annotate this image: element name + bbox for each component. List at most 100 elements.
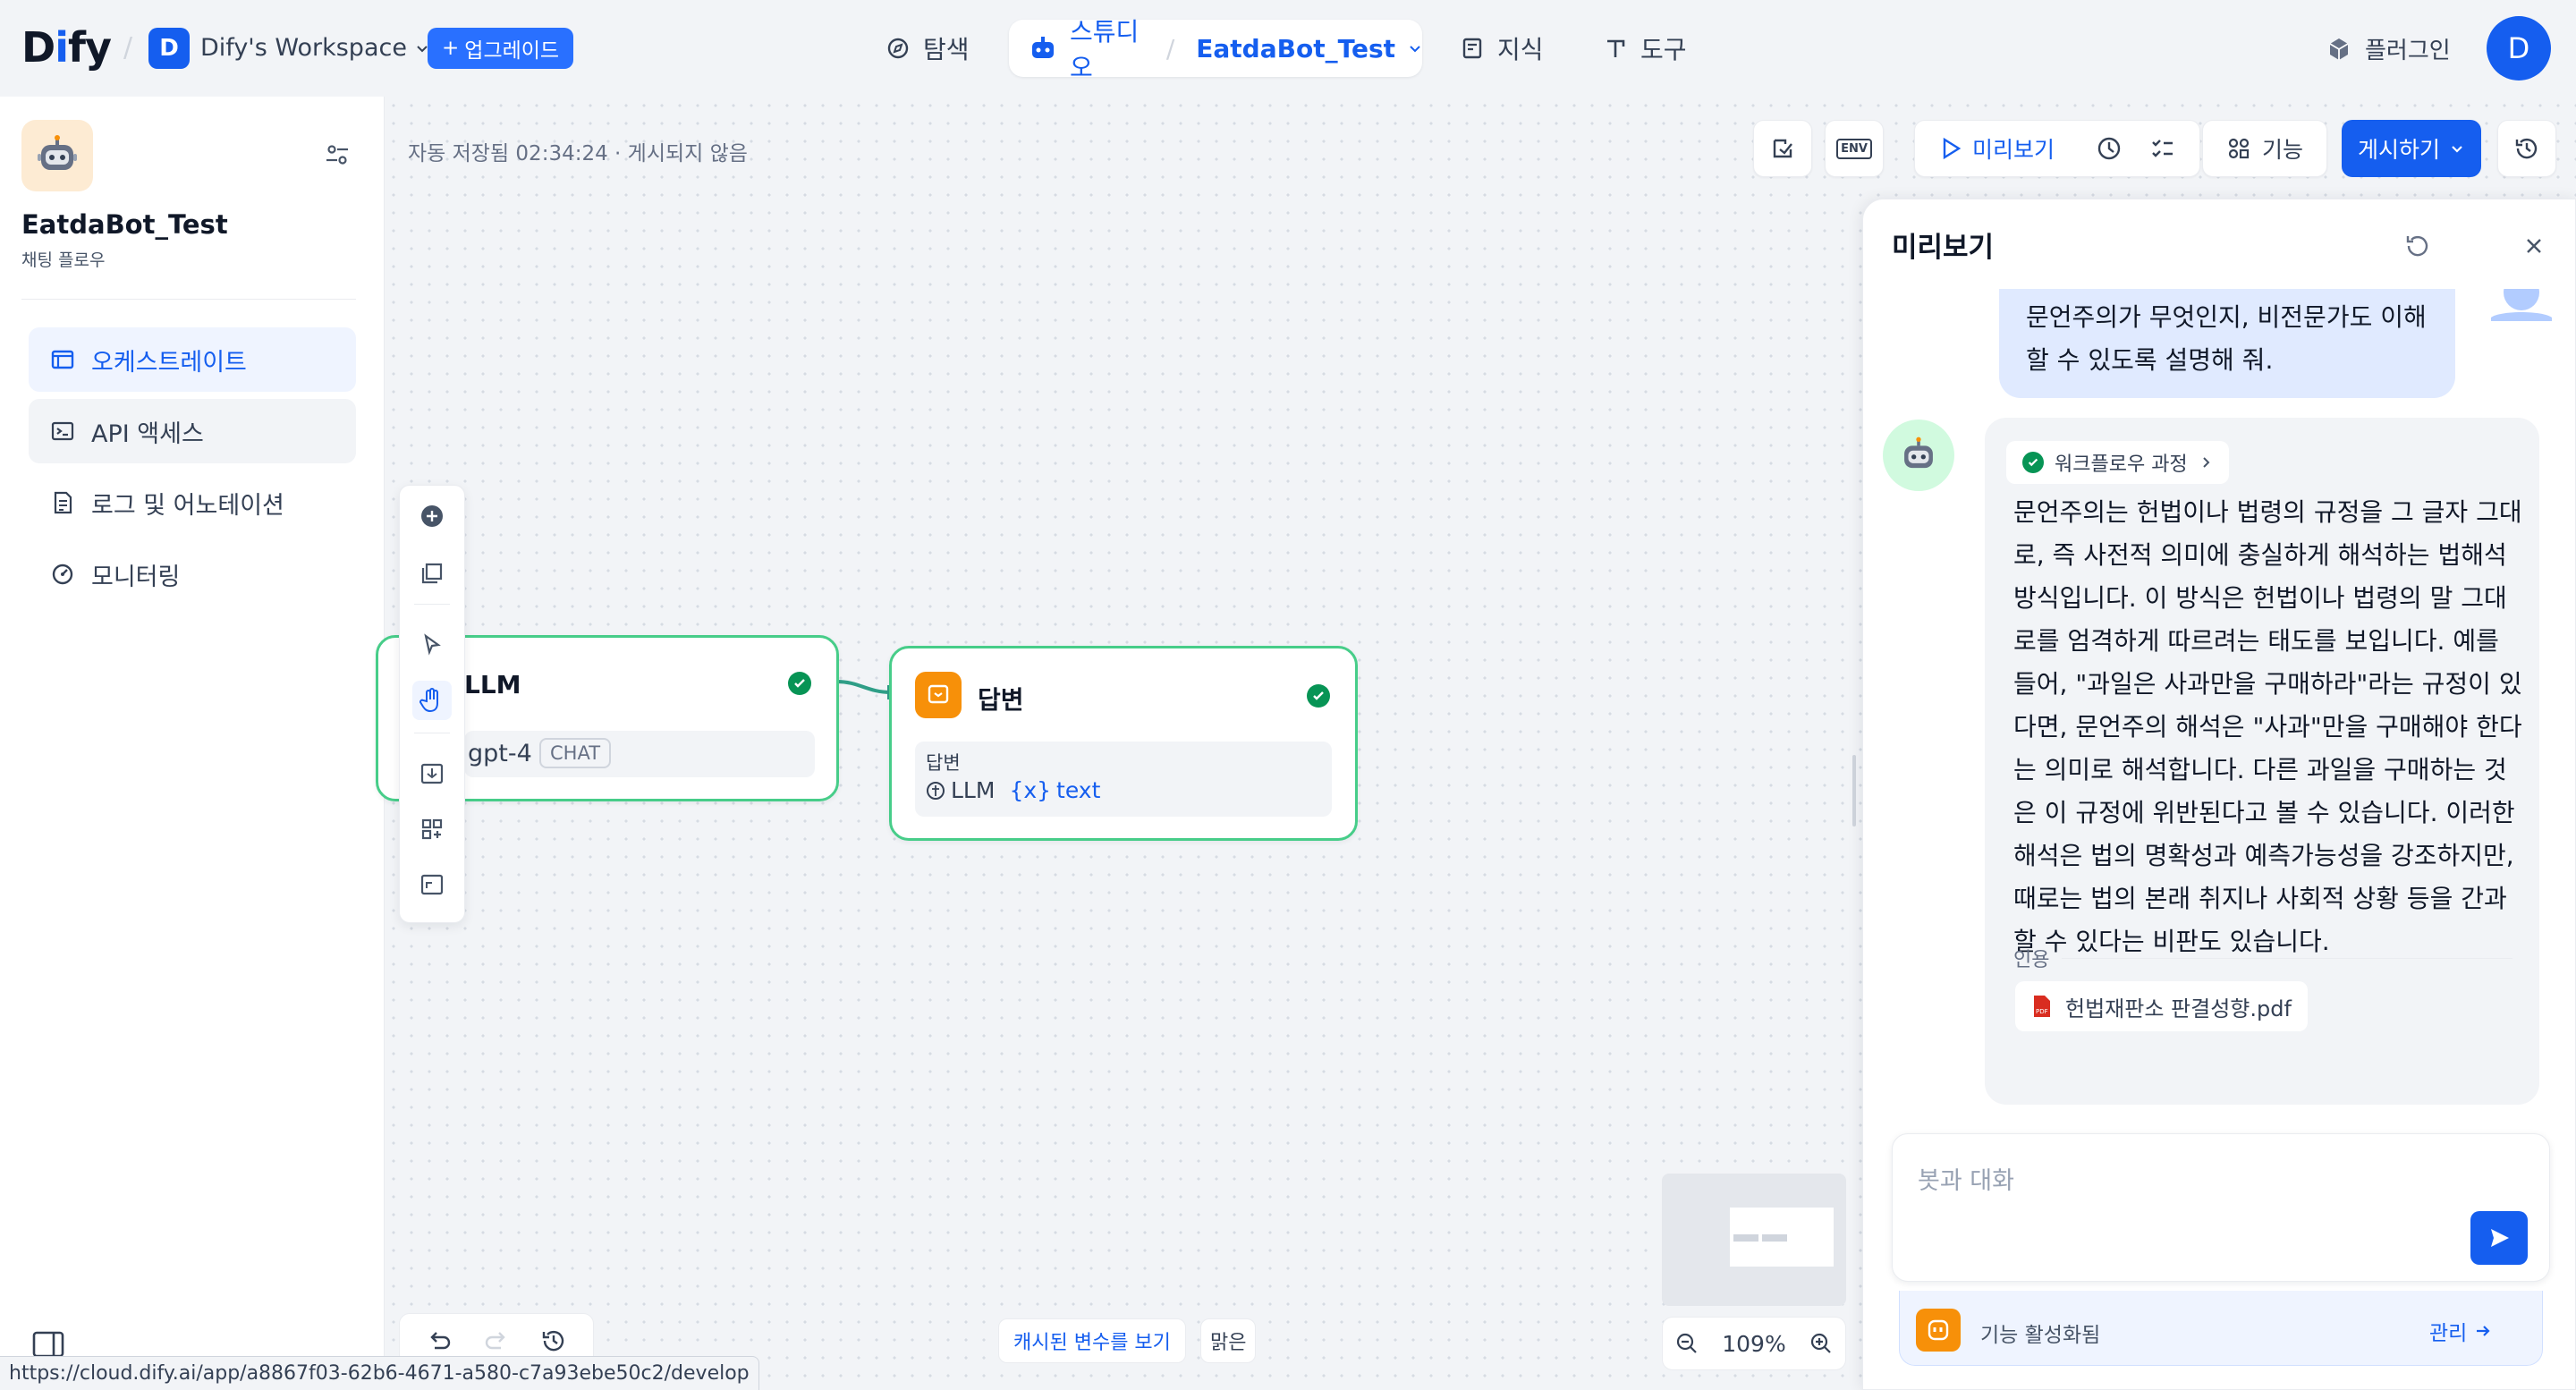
app-name: EatdaBot_Test [21, 209, 228, 240]
app-sidebar: EatdaBot_Test 채팅 플로우 오케스트레이트 API 액세스 로그 … [0, 97, 385, 1390]
play-icon[interactable] [1940, 137, 1962, 160]
citation-file-name: 헌법재판소 판결성향.pdf [2065, 996, 2292, 1021]
hand-icon[interactable] [412, 681, 452, 720]
app-settings-icon[interactable] [324, 141, 351, 168]
refresh-icon[interactable] [2403, 232, 2432, 260]
checklist-icon[interactable] [2149, 135, 2176, 162]
var-source: LLM [951, 777, 996, 803]
close-icon[interactable] [2523, 235, 2545, 257]
var-name: text [1056, 777, 1101, 803]
clear-cache-button[interactable]: 맑은 [1200, 1318, 1257, 1363]
nav-studio-label: 스튜디오 [1070, 17, 1140, 82]
layout-icon [50, 347, 75, 372]
nav-knowledge[interactable]: 지식 [1460, 20, 1544, 77]
sparkle-icon: + [442, 37, 460, 60]
export-image-icon[interactable] [412, 754, 452, 793]
edit-check-icon [1769, 135, 1796, 162]
chevron-right-icon [2199, 455, 2213, 470]
chat-input-box[interactable]: 봇과 대화 [1892, 1133, 2550, 1282]
features-button[interactable]: 기능 [2202, 120, 2327, 177]
book-icon [1460, 36, 1485, 61]
zoom-controls: 109% [1662, 1317, 1846, 1370]
chevron-down-icon [2449, 140, 2465, 157]
file-list-icon [50, 490, 75, 515]
app-type: 채팅 플로우 [21, 250, 106, 270]
workspace-switcher[interactable]: Dify's Workspace [200, 34, 430, 62]
pointer-icon[interactable] [412, 625, 452, 665]
sidebar-item-api-access[interactable]: API 액세스 [29, 399, 356, 463]
upgrade-button[interactable]: + 업그레이드 [428, 28, 574, 69]
quote-icon [1916, 1309, 1961, 1352]
add-note-icon[interactable] [412, 554, 452, 593]
manage-features-link[interactable]: 관리 [2429, 1316, 2492, 1346]
sidebar-item-monitoring[interactable]: 모니터링 [29, 542, 356, 606]
undo-icon[interactable] [426, 1328, 453, 1353]
answer-icon [915, 672, 962, 718]
chat-mode-tag: CHAT [539, 738, 612, 768]
add-node-icon[interactable] [412, 496, 452, 536]
sidebar-item-logs[interactable]: 로그 및 어노테이션 [29, 470, 356, 535]
panel-resize-handle[interactable] [1852, 755, 1856, 826]
sidebar-item-orchestrate[interactable]: 오케스트레이트 [29, 327, 356, 392]
plugins-button[interactable]: 플러그인 [2326, 32, 2451, 65]
nav-tools[interactable]: 도구 [1603, 20, 1687, 77]
zoom-in-icon[interactable] [1809, 1331, 1834, 1356]
zoom-out-icon[interactable] [1674, 1331, 1699, 1356]
minimap-viewport[interactable] [1730, 1208, 1834, 1267]
canvas-minimap[interactable] [1662, 1174, 1846, 1306]
nav-studio[interactable]: 스튜디오 / EatdaBot_Test [1009, 17, 1422, 82]
features-active-bar: 기능 활성화됨 관리 [1899, 1291, 2543, 1366]
sidebar-item-label: 모니터링 [91, 563, 181, 591]
citation-file[interactable]: PDF 헌법재판소 판결성향.pdf [2015, 981, 2308, 1031]
compass-icon [886, 36, 911, 61]
bot-message-bubble: 워크플로우 과정 문언주의는 헌법이나 법령의 규정을 그 글자 그대로, 즉 … [1985, 418, 2539, 1105]
nav-explore[interactable]: 탐색 [886, 20, 970, 77]
workflow-process-toggle[interactable]: 워크플로우 과정 [2006, 441, 2229, 484]
redo-icon[interactable] [483, 1328, 510, 1353]
bot-avatar-icon [1883, 420, 1954, 491]
workspace-avatar[interactable]: D [148, 28, 190, 69]
dify-logo[interactable]: Dify [21, 23, 112, 72]
top-navigation-bar: Dify / D Dify's Workspace + 업그레이드 탐색 스튜디… [0, 0, 2576, 97]
run-history-icon[interactable] [2096, 135, 2123, 162]
variable-chip[interactable]: LLM {x} text [926, 777, 1100, 803]
version-history-button[interactable] [2497, 120, 2556, 177]
send-button[interactable] [2470, 1211, 2528, 1265]
publish-button[interactable]: 게시하기 [2342, 120, 2481, 177]
model-selector[interactable]: gpt-4 CHAT [464, 731, 815, 777]
view-cached-variables-button[interactable]: 캐시된 변수를 보기 [998, 1318, 1186, 1363]
llm-source-icon [926, 781, 945, 801]
llm-node-title: LLM [464, 670, 521, 699]
history-icon[interactable] [540, 1327, 567, 1354]
success-check-icon [2022, 452, 2044, 473]
success-check-icon [788, 672, 811, 695]
env-icon: ENV [1836, 138, 1872, 159]
history-icon [2513, 135, 2540, 162]
workflow-chip-label: 워크플로우 과정 [2055, 453, 2188, 476]
chevron-down-icon[interactable] [1408, 41, 1422, 55]
node-connector-edge [834, 674, 892, 699]
sidebar-collapse-icon[interactable] [32, 1331, 64, 1358]
env-variables-button[interactable]: ENV [1825, 120, 1884, 177]
answer-node[interactable]: 답변 답변 LLM {x} text [889, 646, 1358, 841]
breadcrumb-separator: / [123, 32, 133, 64]
status-bar-url: https://cloud.dify.ai/app/a8867f03-62b6-… [0, 1356, 759, 1390]
publish-label: 게시하기 [2357, 137, 2440, 163]
preview-button[interactable]: 미리보기 [1972, 132, 2055, 165]
canvas-tool-palette [399, 485, 465, 923]
maximize-canvas-icon[interactable] [412, 865, 452, 904]
user-avatar[interactable]: D [2487, 16, 2551, 81]
dashboard-icon [50, 562, 75, 587]
variable-icon: {x} [1009, 777, 1052, 803]
preview-panel: 미리보기 문언주의가 무엇인지, 비전문가도 이해할 수 있도록 설명해 줘. … [1862, 199, 2576, 1390]
plugins-label: 플러그인 [2365, 38, 2451, 64]
robot-icon [1029, 35, 1057, 62]
bot-message-text: 문언주의는 헌법이나 법령의 규정을 그 글자 그대로, 즉 사전적 의미에 충… [2013, 497, 2522, 956]
send-icon [2487, 1225, 2512, 1250]
organize-blocks-icon[interactable] [412, 809, 452, 849]
checklist-toggle-button[interactable] [1753, 120, 1812, 177]
features-label: 기능 [2261, 137, 2303, 163]
workspace-name: Dify's Workspace [200, 34, 407, 62]
zoom-level[interactable]: 109% [1722, 1331, 1785, 1357]
hammer-icon [1603, 36, 1628, 61]
